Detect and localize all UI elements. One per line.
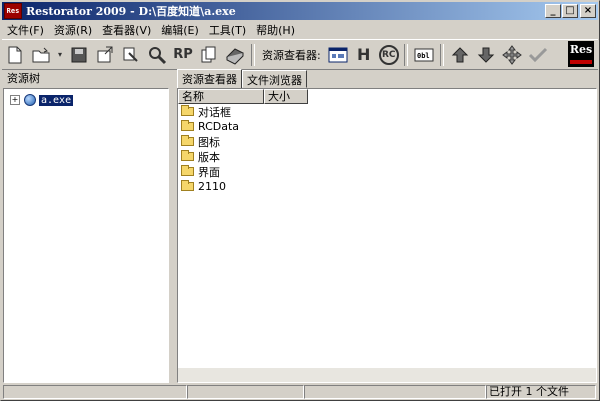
move-icon[interactable] bbox=[501, 44, 523, 66]
list-item[interactable]: 版本 bbox=[178, 149, 596, 164]
list-header: 名称 大小 bbox=[178, 89, 596, 104]
folder-icon bbox=[181, 165, 194, 176]
find-replace-icon[interactable] bbox=[120, 44, 142, 66]
folder-icon bbox=[181, 150, 194, 161]
title-bar[interactable]: Res Restorator 2009 - D:\百度知道\a.exe _ □ … bbox=[2, 2, 598, 20]
status-open-files: 已打开 1 个文件 bbox=[486, 385, 596, 399]
list-item[interactable]: 界面 bbox=[178, 164, 596, 179]
tab-resource-viewer[interactable]: 资源查看器 bbox=[177, 69, 242, 88]
resource-tree-header: 资源树 bbox=[7, 72, 40, 85]
menu-bar: 文件(F) 资源(R) 查看器(V) 编辑(E) 工具(T) 帮助(H) bbox=[2, 21, 598, 38]
tab-file-browser[interactable]: 文件浏览器 bbox=[242, 70, 307, 88]
toolbar-separator bbox=[251, 43, 255, 66]
viewer-window-icon[interactable] bbox=[327, 44, 349, 66]
list-item[interactable]: RCData bbox=[178, 119, 596, 134]
resource-list[interactable]: 名称 大小 对话框 RCData 图标 版本 界面 2110 bbox=[177, 88, 597, 383]
arrow-down-icon[interactable] bbox=[475, 44, 497, 66]
res-logo-icon: Res bbox=[568, 41, 594, 67]
rc-icon[interactable]: RC bbox=[378, 44, 399, 65]
open-folder-icon[interactable] bbox=[30, 44, 52, 66]
menu-file[interactable]: 文件(F) bbox=[2, 22, 49, 38]
save-icon[interactable] bbox=[68, 44, 90, 66]
maximize-button[interactable]: □ bbox=[562, 4, 578, 18]
window-title: Restorator 2009 - D:\百度知道\a.exe bbox=[26, 5, 236, 18]
globe-icon bbox=[24, 94, 36, 106]
checkmark-icon[interactable] bbox=[527, 44, 549, 66]
folder-icon bbox=[181, 180, 194, 191]
app-icon[interactable]: Res bbox=[4, 3, 22, 19]
column-header-name[interactable]: 名称 bbox=[178, 89, 264, 104]
h-icon[interactable]: H bbox=[353, 44, 375, 66]
book-icon[interactable] bbox=[224, 44, 246, 66]
copy-icon[interactable] bbox=[198, 44, 220, 66]
minimize-button[interactable]: _ bbox=[545, 4, 561, 18]
list-item-label: 版本 bbox=[198, 150, 220, 164]
horizontal-scrollbar[interactable] bbox=[178, 368, 596, 382]
toolbar: ▾ RP 资源查看器: H RC 0bl Res bbox=[2, 39, 598, 70]
tab-bar: 资源查看器 文件浏览器 bbox=[177, 69, 307, 88]
status-panel-1 bbox=[3, 385, 187, 399]
viewer-label: 资源查看器: bbox=[262, 48, 321, 62]
folder-icon bbox=[181, 120, 194, 131]
menu-resource[interactable]: 资源(R) bbox=[49, 22, 97, 38]
list-item-label: 对话框 bbox=[198, 105, 231, 119]
expand-icon[interactable]: + bbox=[10, 95, 20, 105]
logo-text: Res bbox=[569, 43, 593, 56]
tree-item-label[interactable]: a.exe bbox=[39, 94, 74, 106]
column-header-size[interactable]: 大小 bbox=[264, 89, 308, 104]
menu-viewer[interactable]: 查看器(V) bbox=[97, 22, 156, 38]
hex-icon[interactable]: 0bl bbox=[413, 44, 435, 66]
list-item-label: 2110 bbox=[198, 180, 226, 193]
rp-icon[interactable]: RP bbox=[172, 44, 194, 66]
arrow-up-icon[interactable] bbox=[449, 44, 471, 66]
list-item-label: 界面 bbox=[198, 165, 220, 179]
status-panel-2 bbox=[187, 385, 304, 399]
close-button[interactable]: × bbox=[580, 4, 596, 18]
status-panel-3 bbox=[304, 385, 486, 399]
list-item-label: 图标 bbox=[198, 135, 220, 149]
folder-icon bbox=[181, 105, 194, 116]
menu-help[interactable]: 帮助(H) bbox=[251, 22, 300, 38]
new-file-icon[interactable] bbox=[4, 44, 26, 66]
list-item-label: RCData bbox=[198, 120, 240, 133]
menu-edit[interactable]: 编辑(E) bbox=[156, 22, 204, 38]
svg-text:0bl: 0bl bbox=[417, 52, 430, 60]
list-item[interactable]: 图标 bbox=[178, 134, 596, 149]
folder-icon bbox=[181, 135, 194, 146]
splitter[interactable] bbox=[171, 70, 175, 384]
list-item[interactable]: 2110 bbox=[178, 179, 596, 194]
list-item[interactable]: 对话框 bbox=[178, 104, 596, 119]
resource-tree[interactable]: + a.exe bbox=[3, 88, 169, 383]
tree-item[interactable]: + a.exe bbox=[10, 94, 74, 106]
main-window: Res Restorator 2009 - D:\百度知道\a.exe _ □ … bbox=[0, 0, 600, 401]
export-icon[interactable] bbox=[94, 44, 116, 66]
toolbar-separator bbox=[403, 43, 408, 66]
logo-stripe bbox=[570, 60, 592, 64]
menu-tools[interactable]: 工具(T) bbox=[204, 22, 251, 38]
toolbar-separator bbox=[439, 43, 444, 66]
status-bar: 已打开 1 个文件 bbox=[3, 385, 598, 400]
dropdown-arrow-icon[interactable]: ▾ bbox=[56, 44, 64, 66]
search-icon[interactable] bbox=[146, 44, 168, 66]
